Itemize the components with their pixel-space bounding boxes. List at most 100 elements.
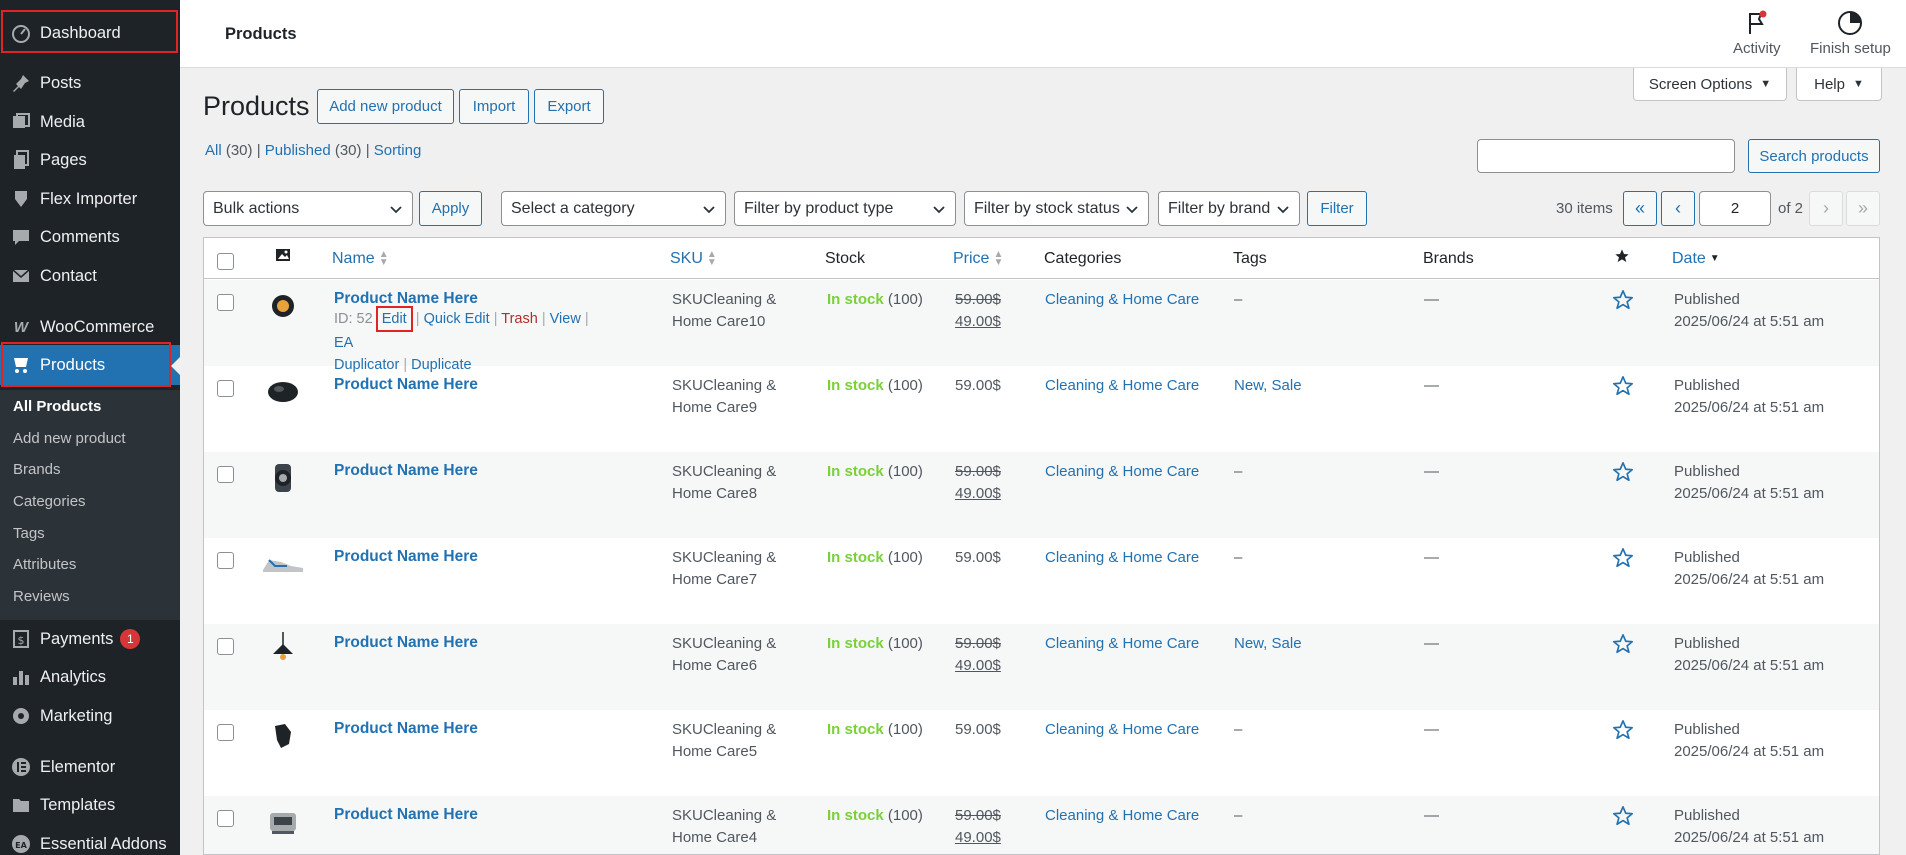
- price-cell: 59.00$: [955, 719, 1001, 741]
- featured-star-icon[interactable]: [1612, 805, 1634, 832]
- search-products-button[interactable]: Search products: [1748, 139, 1880, 173]
- regular-price: 59.00$: [955, 377, 1001, 394]
- tags-cell[interactable]: New, Sale: [1234, 375, 1302, 397]
- menu-pages[interactable]: Pages: [0, 140, 180, 180]
- menu-templates[interactable]: Templates: [0, 785, 180, 825]
- category-link[interactable]: Cleaning & Home Care: [1045, 375, 1199, 397]
- stock-status-select[interactable]: Filter by stock status: [964, 191, 1149, 226]
- row-checkbox[interactable]: [217, 294, 234, 311]
- featured-star-icon[interactable]: [1612, 461, 1634, 488]
- quick-edit-link[interactable]: Quick Edit: [424, 311, 490, 327]
- row-checkbox[interactable]: [217, 466, 234, 483]
- row-checkbox[interactable]: [217, 724, 234, 741]
- column-sku[interactable]: SKU ▲ ▼: [670, 249, 717, 268]
- row-checkbox[interactable]: [217, 638, 234, 655]
- featured-star-icon[interactable]: [1612, 719, 1634, 746]
- edit-link[interactable]: Edit: [382, 311, 407, 327]
- price-cell: 59.00$ 49.00$: [955, 805, 1001, 849]
- category-link[interactable]: Cleaning & Home Care: [1045, 289, 1199, 311]
- activity-button[interactable]: Activity: [1733, 10, 1781, 57]
- submenu-add-new-product[interactable]: Add new product: [13, 430, 126, 447]
- category-select[interactable]: Select a category: [501, 191, 726, 226]
- featured-star-icon[interactable]: [1612, 289, 1634, 316]
- menu-media[interactable]: Media: [0, 102, 180, 142]
- featured-star-icon[interactable]: [1612, 547, 1634, 574]
- smartwatch-icon[interactable]: [261, 456, 305, 500]
- brand-select[interactable]: Filter by brand: [1158, 191, 1300, 226]
- column-price[interactable]: Price ▲ ▼: [953, 249, 1003, 268]
- menu-flex-importer[interactable]: Flex Importer: [0, 179, 180, 219]
- search-products-input[interactable]: [1477, 139, 1735, 173]
- filter-published-link[interactable]: Published (30): [265, 142, 362, 159]
- speaker-icon[interactable]: [261, 800, 305, 844]
- filter-all-link[interactable]: All (30): [205, 142, 253, 159]
- product-name-link[interactable]: Product Name Here: [334, 462, 478, 480]
- row-checkbox[interactable]: [217, 380, 234, 397]
- submenu-brands[interactable]: Brands: [13, 461, 61, 478]
- sorting-link[interactable]: Sorting: [374, 142, 422, 159]
- product-name-link[interactable]: Product Name Here: [334, 376, 478, 394]
- submenu-categories[interactable]: Categories: [13, 493, 86, 510]
- menu-analytics[interactable]: Analytics: [0, 657, 180, 697]
- product-type-select[interactable]: Filter by product type: [734, 191, 956, 226]
- featured-star-icon[interactable]: [1612, 375, 1634, 402]
- export-button[interactable]: Export: [534, 89, 604, 124]
- help-label: Help: [1814, 75, 1845, 93]
- product-name-link[interactable]: Product Name Here: [334, 634, 478, 652]
- mouse-icon[interactable]: [261, 370, 305, 414]
- column-date[interactable]: Date ▼: [1672, 250, 1720, 268]
- select-all-checkbox[interactable]: [217, 253, 234, 270]
- category-link[interactable]: Cleaning & Home Care: [1045, 547, 1199, 569]
- help-button[interactable]: Help ▼: [1796, 68, 1882, 101]
- view-link[interactable]: View: [550, 311, 581, 327]
- menu-dashboard[interactable]: Dashboard: [0, 13, 180, 53]
- submenu-tags[interactable]: Tags: [13, 525, 45, 542]
- category-link[interactable]: Cleaning & Home Care: [1045, 719, 1199, 741]
- menu-woocommerce[interactable]: W WooCommerce: [0, 307, 180, 347]
- page-title: Products: [203, 91, 310, 121]
- first-page-button[interactable]: «: [1623, 191, 1657, 226]
- menu-posts[interactable]: Posts: [0, 63, 180, 103]
- row-checkbox[interactable]: [217, 810, 234, 827]
- submenu-reviews[interactable]: Reviews: [13, 588, 70, 605]
- sku-cell: SKUCleaning & Home Care10: [672, 291, 777, 330]
- menu-marketing[interactable]: Marketing: [0, 696, 180, 736]
- menu-comments[interactable]: Comments: [0, 217, 180, 257]
- menu-label: Comments: [40, 227, 120, 246]
- row-checkbox[interactable]: [217, 552, 234, 569]
- prev-page-button[interactable]: ‹: [1661, 191, 1695, 226]
- bulk-actions-select[interactable]: Bulk actions: [203, 191, 413, 226]
- category-link[interactable]: Cleaning & Home Care: [1045, 461, 1199, 483]
- product-name-link[interactable]: Product Name Here: [334, 548, 478, 566]
- menu-contact[interactable]: Contact: [0, 256, 180, 296]
- filter-button[interactable]: Filter: [1307, 191, 1367, 226]
- sneaker-icon[interactable]: [261, 542, 305, 586]
- column-name[interactable]: Name ▲ ▼: [332, 249, 389, 268]
- watch-icon[interactable]: [261, 284, 305, 328]
- category-link[interactable]: Cleaning & Home Care: [1045, 805, 1199, 827]
- product-name-link[interactable]: Product Name Here: [334, 720, 478, 738]
- tags-cell[interactable]: New, Sale: [1234, 633, 1302, 655]
- glove-icon[interactable]: [261, 714, 305, 758]
- category-link[interactable]: Cleaning & Home Care: [1045, 633, 1199, 655]
- menu-essential-addons[interactable]: EA Essential Addons: [0, 824, 180, 855]
- finish-setup-button[interactable]: Finish setup: [1810, 10, 1891, 57]
- apply-button[interactable]: Apply: [419, 191, 482, 226]
- featured-column-star-icon[interactable]: [1614, 248, 1630, 269]
- screen-options-button[interactable]: Screen Options ▼: [1633, 68, 1787, 101]
- product-name-link[interactable]: Product Name Here: [334, 806, 478, 824]
- featured-star-icon[interactable]: [1612, 633, 1634, 660]
- import-button[interactable]: Import: [459, 89, 529, 124]
- menu-elementor[interactable]: Elementor: [0, 747, 180, 787]
- regular-price: 59.00$: [955, 635, 1001, 652]
- submenu-all-products[interactable]: All Products: [13, 398, 101, 415]
- menu-products[interactable]: Products: [0, 345, 180, 385]
- current-page-input[interactable]: 2: [1699, 191, 1771, 226]
- menu-payments[interactable]: $ Payments 1: [0, 619, 180, 659]
- comment-icon: [10, 226, 32, 248]
- submenu-attributes[interactable]: Attributes: [13, 556, 76, 573]
- separator: |: [584, 311, 589, 327]
- trash-link[interactable]: Trash: [501, 311, 538, 327]
- lamp-icon[interactable]: [261, 628, 305, 672]
- add-new-product-button[interactable]: Add new product: [317, 89, 454, 124]
